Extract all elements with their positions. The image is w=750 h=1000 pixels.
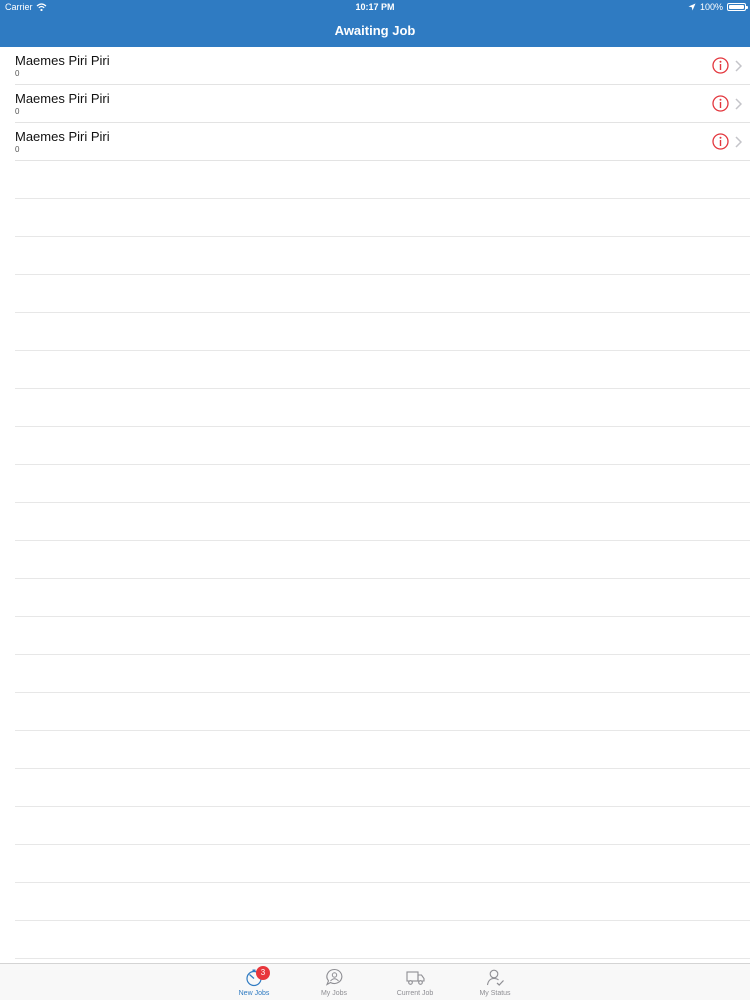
tab-label: My Status [479,990,511,997]
empty-list-row [15,503,750,541]
status-bar: Carrier 10:17 PM 100% [0,0,750,15]
empty-list-row [15,161,750,199]
info-icon[interactable] [712,57,729,74]
truck-icon [406,971,425,985]
chevron-right-icon [735,98,742,110]
empty-list-row [15,769,750,807]
chevron-right-icon [735,60,742,72]
empty-list-row [15,883,750,921]
empty-list-row [15,313,750,351]
empty-list-row [15,579,750,617]
tab-current-job[interactable]: Current Job [375,964,455,1000]
tab-label: New Jobs [238,990,270,997]
job-subtitle: 0 [15,69,20,78]
navigation-header: Carrier 10:17 PM 100% Awaiting Job [0,0,750,47]
empty-list-row [15,199,750,237]
empty-list-row [15,807,750,845]
tab-label: Current Job [396,990,434,997]
empty-rows [0,161,750,959]
job-subtitle: 0 [15,107,20,116]
battery-icon [727,3,748,11]
empty-list-row [15,541,750,579]
job-row[interactable]: Maemes Piri Piri 0 [15,47,750,85]
new-jobs-badge: 3 [256,966,270,980]
empty-list-row [15,921,750,959]
page-title: Awaiting Job [334,23,416,38]
tab-new-jobs[interactable]: 3 New Jobs [214,964,294,1000]
job-subtitle: 0 [15,145,20,154]
tab-my-jobs[interactable]: My Jobs [294,964,374,1000]
job-title: Maemes Piri Piri [15,91,110,106]
person-check-icon [486,969,504,986]
tab-my-status[interactable]: My Status [455,964,535,1000]
empty-list-row [15,693,750,731]
empty-list-row [15,275,750,313]
empty-list-row [15,351,750,389]
battery-percent: 100% [699,2,723,12]
tab-label: My Jobs [320,990,348,997]
empty-list-row [15,655,750,693]
chevron-right-icon [735,136,742,148]
empty-list-row [15,845,750,883]
empty-list-row [15,389,750,427]
location-arrow-icon [688,3,696,11]
job-title: Maemes Piri Piri [15,129,110,144]
empty-list-row [15,731,750,769]
empty-list-row [15,237,750,275]
empty-list-row [15,617,750,655]
tab-bar: 3 New Jobs My Jobs Current Job My Status [0,963,750,1000]
job-row[interactable]: Maemes Piri Piri 0 [15,85,750,123]
empty-list-row [15,465,750,503]
status-right: 100% [688,2,748,12]
info-icon[interactable] [712,133,729,150]
clock: 10:17 PM [355,2,395,12]
job-title: Maemes Piri Piri [15,53,110,68]
info-icon[interactable] [712,95,729,112]
empty-list-row [15,427,750,465]
job-row[interactable]: Maemes Piri Piri 0 [15,123,750,161]
chat-person-icon [325,968,343,986]
job-list[interactable]: Maemes Piri Piri 0 Maemes Piri Piri 0 Ma… [0,47,750,963]
